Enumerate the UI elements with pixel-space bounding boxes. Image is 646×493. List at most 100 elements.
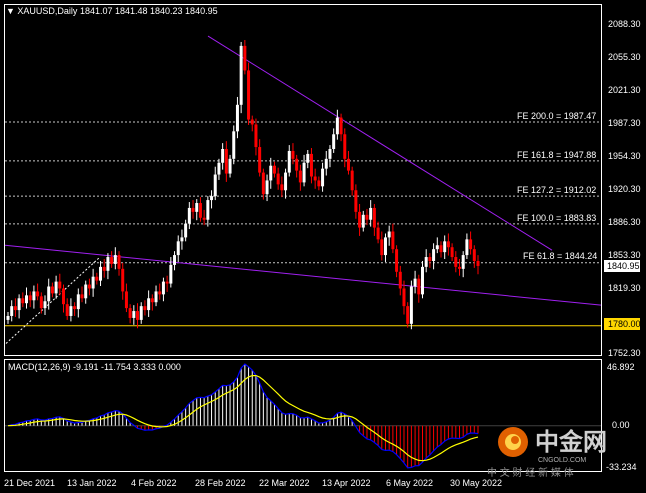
candle-body <box>284 172 288 191</box>
candle-body <box>132 311 136 318</box>
time-tick: 4 Feb 2022 <box>131 478 177 488</box>
candle-body <box>6 315 10 320</box>
price-axis[interactable]: 2088.30 2055.30 2021.30 1987.30 1954.30 … <box>604 19 641 358</box>
candle-body <box>272 165 276 174</box>
macd-label: MACD(12,26,9) -9.191 -11.754 3.333 0.000 <box>8 362 181 372</box>
candle-body <box>62 288 66 305</box>
candle-body <box>202 217 206 220</box>
candle-body <box>139 306 143 320</box>
candle-body <box>217 162 221 175</box>
candle-body <box>424 257 428 267</box>
candle-body <box>73 306 77 310</box>
candle-body <box>387 231 391 238</box>
price-tick: 2088.30 <box>608 19 641 29</box>
candle-body <box>106 257 110 271</box>
candle-body <box>158 291 162 295</box>
current-price-label: 1840.95 <box>607 261 640 271</box>
candle-body <box>36 291 40 297</box>
candle-body <box>354 190 358 212</box>
candle-body <box>161 281 165 295</box>
candle-body <box>206 200 210 220</box>
candle-body <box>28 295 32 301</box>
candle-body <box>291 150 295 159</box>
price-tick: 1752.30 <box>608 348 641 358</box>
time-tick: 13 Jan 2022 <box>67 478 117 488</box>
candle-body <box>395 249 399 272</box>
candle-body <box>239 45 243 105</box>
candle-body <box>346 158 350 171</box>
candle-body <box>198 203 202 218</box>
candle-body <box>121 268 125 292</box>
candle-body <box>50 286 54 294</box>
candle-body <box>269 165 273 181</box>
candle-body <box>80 294 84 299</box>
candle-body <box>184 223 188 238</box>
candle-body <box>154 291 158 303</box>
fib-label-161: FE 161.8 = 1947.88 <box>517 150 596 160</box>
fib-label-200: FE 200.0 = 1987.47 <box>517 111 596 121</box>
candle-body <box>76 294 80 310</box>
candle-body <box>317 180 321 187</box>
candle-body <box>406 306 410 324</box>
candle-body <box>280 184 284 191</box>
candle-body <box>391 231 395 250</box>
candle-body <box>13 306 17 311</box>
candle-body <box>84 284 88 299</box>
fib-grid <box>5 121 601 327</box>
candle-body <box>65 304 69 316</box>
candle-body <box>413 278 417 287</box>
macd-bottom-tick: -33.234 <box>606 462 637 472</box>
ohlc-values: 1841.07 1841.48 1840.23 1840.95 <box>80 6 218 16</box>
price-tick: 1920.30 <box>608 184 641 194</box>
candle-body <box>443 241 447 253</box>
lower-trendline <box>4 244 602 306</box>
candle-body <box>243 45 247 71</box>
time-tick: 21 Dec 2021 <box>4 478 55 488</box>
candle-body <box>276 173 280 185</box>
candle-body <box>128 308 132 318</box>
candle-body <box>17 298 21 311</box>
level-price-label: 1780.00 <box>608 319 641 329</box>
candle-body <box>261 172 265 195</box>
candle-body <box>117 255 121 269</box>
candle-body <box>32 291 36 301</box>
candle-body <box>398 271 402 289</box>
candle-body <box>361 214 365 228</box>
candle-body <box>339 117 343 135</box>
fib-label-61: FE 61.8 = 1844.24 <box>523 251 597 261</box>
candle-body <box>446 241 450 248</box>
watermark-tagline: 中 文 财 经 新 媒 体 <box>487 466 574 479</box>
candle-body <box>247 70 251 120</box>
candle-body <box>428 257 432 261</box>
time-tick: 13 Apr 2022 <box>322 478 371 488</box>
candle-body <box>124 291 128 309</box>
candle-body <box>25 295 29 304</box>
candle-body <box>432 249 436 261</box>
candle-body <box>469 239 473 250</box>
candle-body <box>358 211 362 228</box>
candle-body <box>173 255 177 265</box>
candle-body <box>328 149 332 159</box>
candle-body <box>265 180 269 195</box>
candle-body <box>224 149 228 174</box>
candle-body <box>165 281 169 284</box>
candle-body <box>143 306 147 311</box>
candle-body <box>258 147 262 173</box>
fib-label-100: FE 100.0 = 1883.83 <box>517 213 596 223</box>
candle-body <box>335 117 339 135</box>
candle-body <box>210 196 214 201</box>
candle-body <box>417 278 421 295</box>
watermark-brand: 中金网 <box>535 428 607 456</box>
price-tick: 1954.30 <box>608 151 641 161</box>
price-tick: 1987.30 <box>608 118 641 128</box>
time-tick: 28 Feb 2022 <box>195 478 246 488</box>
candle-body <box>235 104 239 132</box>
candle-body <box>54 281 58 294</box>
candle-body <box>228 158 232 174</box>
candle-body <box>380 239 384 256</box>
price-chart[interactable]: FE 200.0 = 1987.47 FE 161.8 = 1947.88 FE… <box>0 0 646 493</box>
candle-body <box>350 170 354 191</box>
time-tick: 30 May 2022 <box>450 478 502 488</box>
candle-body <box>176 241 180 256</box>
time-axis[interactable]: 21 Dec 2021 13 Jan 2022 4 Feb 2022 28 Fe… <box>4 478 502 488</box>
